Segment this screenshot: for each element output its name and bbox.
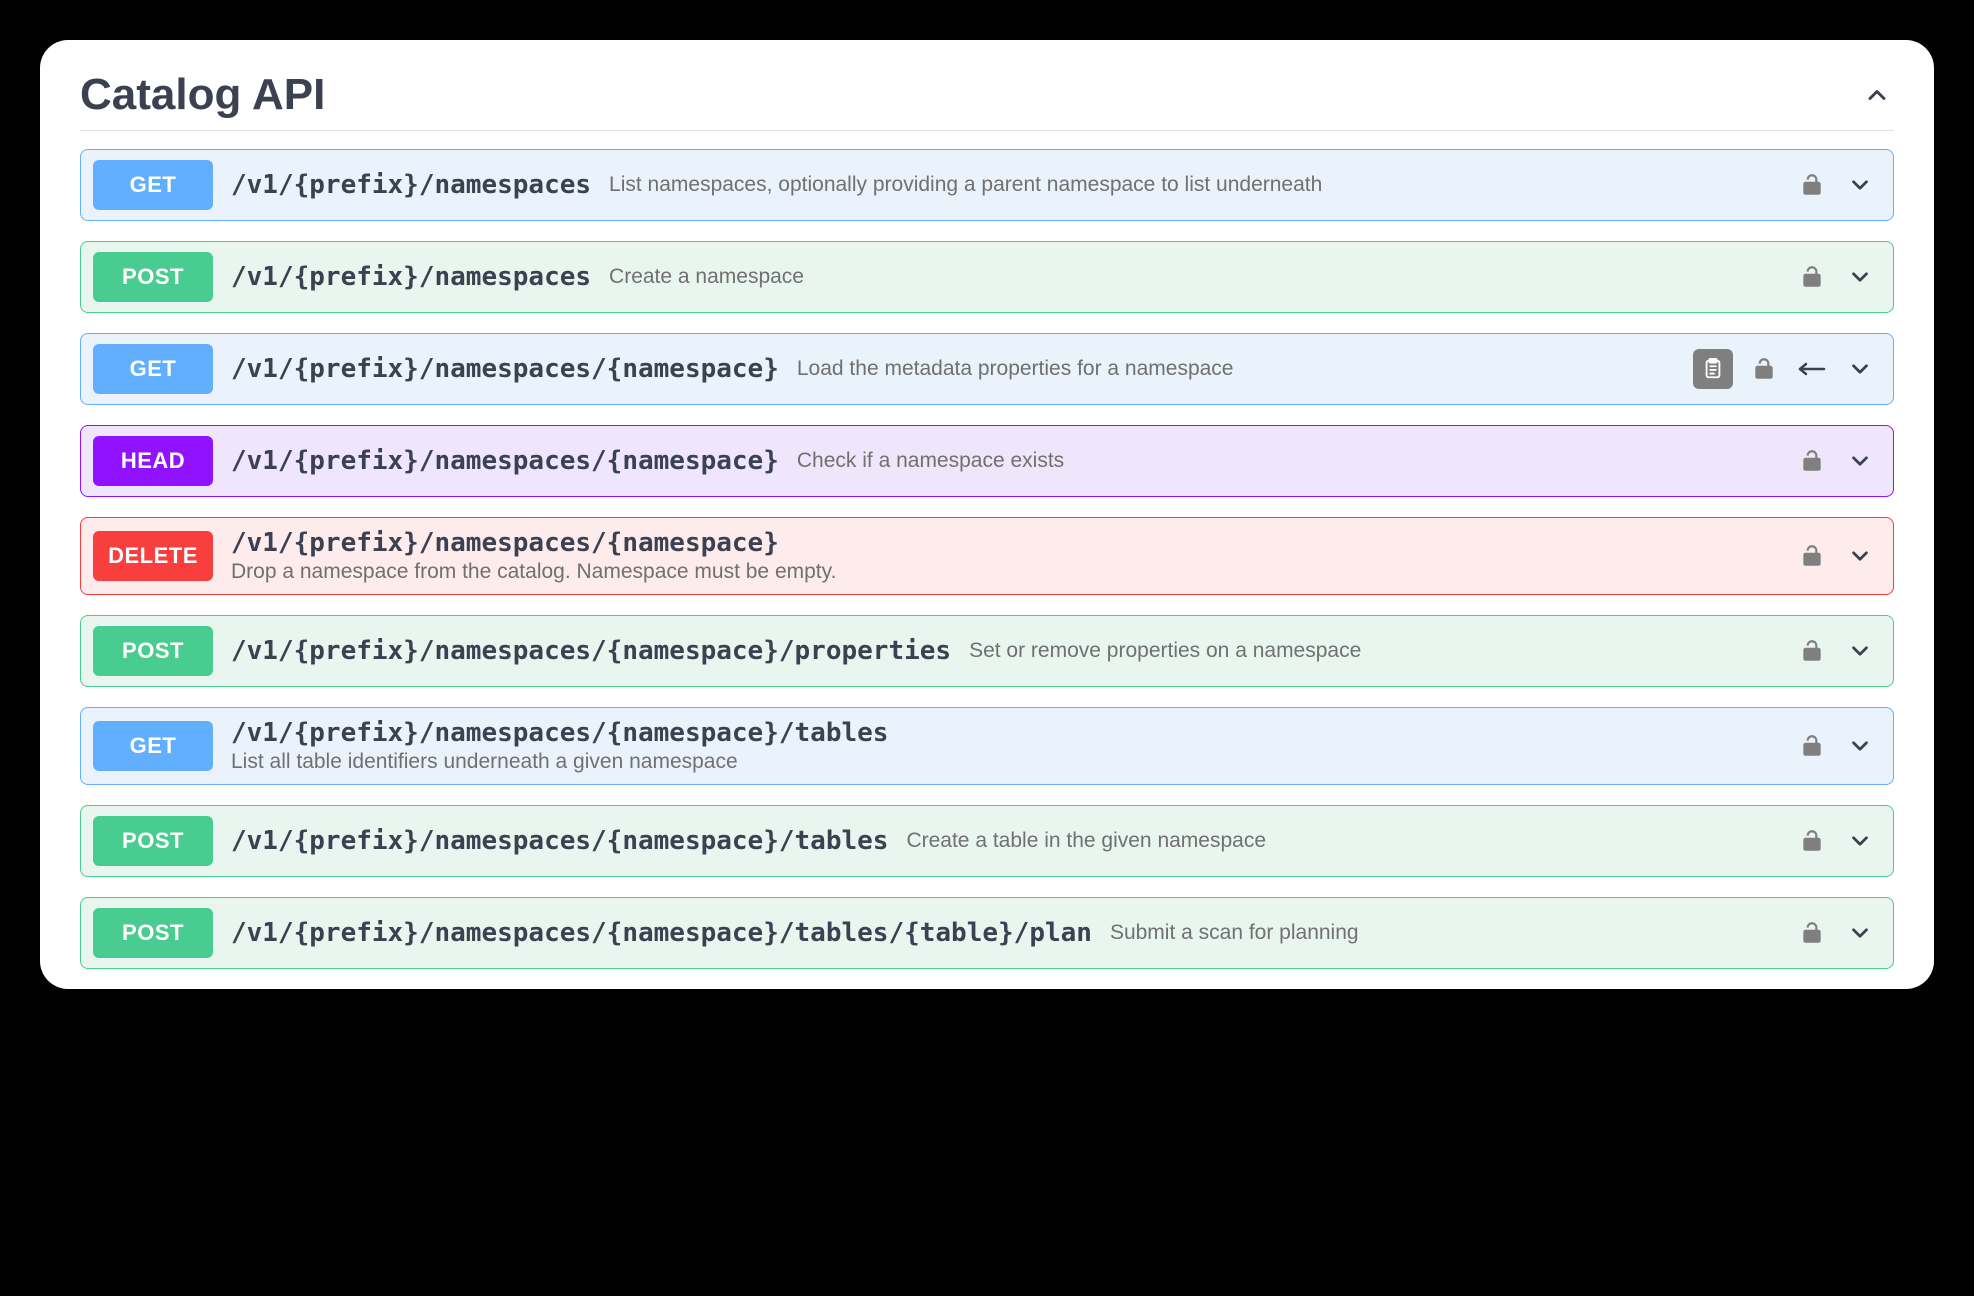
http-method-badge: POST (93, 908, 213, 958)
operation-summary: Set or remove properties on a namespace (969, 639, 1361, 663)
operation-row[interactable]: POST/v1/{prefix}/namespaces Create a name… (80, 241, 1894, 313)
operation-actions (1693, 349, 1877, 389)
operation-body: /v1/{prefix}/namespaces/{namespace} Check… (231, 446, 1777, 476)
operation-row[interactable]: POST/v1/{prefix}/namespaces/{namespace}/… (80, 615, 1894, 687)
http-method-badge: POST (93, 252, 213, 302)
operation-body: /v1/{prefix}/namespaces/{namespace}Drop … (231, 528, 1777, 584)
operation-body: /v1/{prefix}/namespaces/{namespace}/tabl… (231, 718, 1777, 774)
operation-path: /v1/{prefix}/namespaces/{namespace} (231, 446, 779, 476)
chevron-down-icon[interactable] (1843, 539, 1877, 573)
operation-path: /v1/{prefix}/namespaces/{namespace}/tabl… (231, 718, 888, 748)
operation-actions (1795, 444, 1877, 478)
chevron-down-icon[interactable] (1843, 444, 1877, 478)
operation-actions (1795, 539, 1877, 573)
operation-path: /v1/{prefix}/namespaces/{namespace} (231, 354, 779, 384)
operation-summary: List all table identifiers underneath a … (231, 750, 738, 774)
chevron-up-icon (1863, 81, 1891, 109)
operation-path: /v1/{prefix}/namespaces/{namespace}/tabl… (231, 918, 1092, 948)
unlock-icon[interactable] (1795, 916, 1829, 950)
http-method-badge: POST (93, 626, 213, 676)
operation-row[interactable]: GET/v1/{prefix}/namespaces/{namespace}/t… (80, 707, 1894, 785)
operation-body: /v1/{prefix}/namespaces/{namespace}/prop… (231, 636, 1777, 666)
chevron-down-icon[interactable] (1843, 352, 1877, 386)
unlock-icon[interactable] (1795, 824, 1829, 858)
operation-summary: Check if a namespace exists (797, 449, 1064, 473)
unlock-icon[interactable] (1795, 539, 1829, 573)
chevron-down-icon[interactable] (1843, 260, 1877, 294)
operation-summary: Create a table in the given namespace (906, 829, 1266, 853)
http-method-badge: POST (93, 816, 213, 866)
api-panel: Catalog API GET/v1/{prefix}/namespaces Li… (40, 40, 1934, 989)
operation-row[interactable]: DELETE/v1/{prefix}/namespaces/{namespace… (80, 517, 1894, 595)
chevron-down-icon[interactable] (1843, 824, 1877, 858)
operation-body: /v1/{prefix}/namespaces List namespaces, … (231, 170, 1777, 200)
operation-summary: Drop a namespace from the catalog. Names… (231, 560, 836, 584)
operation-actions (1795, 916, 1877, 950)
section-header: Catalog API (80, 70, 1894, 131)
operation-row[interactable]: POST/v1/{prefix}/namespaces/{namespace}/… (80, 897, 1894, 969)
http-method-badge: GET (93, 721, 213, 771)
unlock-icon[interactable] (1795, 168, 1829, 202)
operation-summary: Load the metadata properties for a names… (797, 357, 1234, 381)
operation-path: /v1/{prefix}/namespaces/{namespace} (231, 528, 779, 558)
operation-summary: Submit a scan for planning (1110, 921, 1359, 945)
unlock-icon[interactable] (1795, 634, 1829, 668)
callback-arrow-icon[interactable] (1795, 352, 1829, 386)
clipboard-icon[interactable] (1693, 349, 1733, 389)
http-method-badge: GET (93, 344, 213, 394)
unlock-icon[interactable] (1795, 260, 1829, 294)
operations-list: GET/v1/{prefix}/namespaces List namespace… (80, 149, 1894, 969)
operation-actions (1795, 260, 1877, 294)
chevron-down-icon[interactable] (1843, 168, 1877, 202)
http-method-badge: DELETE (93, 531, 213, 581)
operation-actions (1795, 168, 1877, 202)
operation-body: /v1/{prefix}/namespaces/{namespace}/tabl… (231, 826, 1777, 856)
operation-path: /v1/{prefix}/namespaces/{namespace}/prop… (231, 636, 951, 666)
operation-summary: Create a namespace (609, 265, 804, 289)
chevron-down-icon[interactable] (1843, 729, 1877, 763)
operation-row[interactable]: GET/v1/{prefix}/namespaces/{namespace} Lo… (80, 333, 1894, 405)
chevron-down-icon[interactable] (1843, 916, 1877, 950)
operation-summary: List namespaces, optionally providing a … (609, 173, 1322, 197)
http-method-badge: GET (93, 160, 213, 210)
unlock-icon[interactable] (1747, 352, 1781, 386)
unlock-icon[interactable] (1795, 444, 1829, 478)
operation-row[interactable]: HEAD/v1/{prefix}/namespaces/{namespace} C… (80, 425, 1894, 497)
operation-actions (1795, 824, 1877, 858)
operation-path: /v1/{prefix}/namespaces (231, 262, 591, 292)
operation-row[interactable]: GET/v1/{prefix}/namespaces List namespace… (80, 149, 1894, 221)
unlock-icon[interactable] (1795, 729, 1829, 763)
operation-body: /v1/{prefix}/namespaces Create a namespac… (231, 262, 1777, 292)
section-collapse-button[interactable] (1860, 78, 1894, 112)
operation-actions (1795, 634, 1877, 668)
operation-row[interactable]: POST/v1/{prefix}/namespaces/{namespace}/… (80, 805, 1894, 877)
section-title: Catalog API (80, 70, 325, 120)
operation-path: /v1/{prefix}/namespaces (231, 170, 591, 200)
operation-actions (1795, 729, 1877, 763)
operation-body: /v1/{prefix}/namespaces/{namespace}/tabl… (231, 918, 1777, 948)
chevron-down-icon[interactable] (1843, 634, 1877, 668)
http-method-badge: HEAD (93, 436, 213, 486)
operation-body: /v1/{prefix}/namespaces/{namespace} Load … (231, 354, 1675, 384)
operation-path: /v1/{prefix}/namespaces/{namespace}/tabl… (231, 826, 888, 856)
